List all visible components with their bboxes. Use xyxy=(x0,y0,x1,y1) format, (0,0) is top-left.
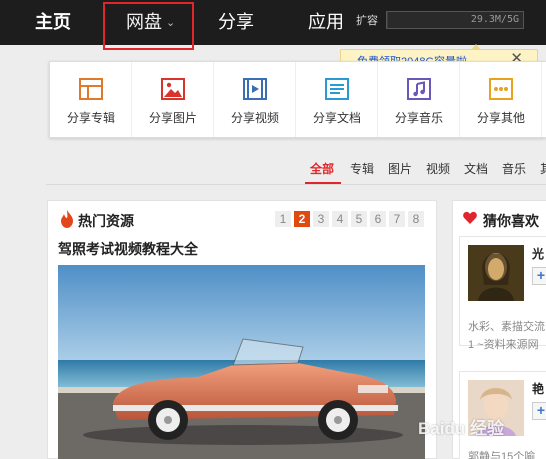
highlight-box xyxy=(103,2,194,50)
page-link[interactable]: 3 xyxy=(313,211,329,227)
document-icon xyxy=(325,78,349,100)
recommendation-name[interactable]: 艳 xyxy=(532,380,544,397)
top-nav-bar: 主页 网盘 ⌄ 分享 应用 扩容 29.3M/5G xyxy=(0,0,546,45)
share-album-button[interactable]: 分享专辑 xyxy=(50,62,132,137)
page-link[interactable]: 5 xyxy=(351,211,367,227)
share-label: 分享文档 xyxy=(312,111,361,125)
page-link[interactable]: 6 xyxy=(370,211,386,227)
heart-icon xyxy=(463,211,477,224)
nav-share[interactable]: 分享 xyxy=(218,0,254,45)
hot-resources-title: 热门资源 xyxy=(78,213,134,229)
add-follow-button[interactable]: + xyxy=(532,402,546,420)
avatar xyxy=(468,245,524,301)
tab-album[interactable]: 专辑 xyxy=(350,160,374,177)
share-panel: 分享专辑 分享图片 分享视频 分享文档 分享音乐 分享其他 xyxy=(49,61,546,138)
tooltip-arrow xyxy=(471,44,481,50)
tab-all[interactable]: 全部 xyxy=(310,160,334,177)
page-link[interactable]: 1 xyxy=(275,211,291,227)
music-icon xyxy=(407,78,431,100)
page-link[interactable]: 7 xyxy=(389,211,405,227)
share-document-button[interactable]: 分享文档 xyxy=(296,62,378,137)
tab-video[interactable]: 视频 xyxy=(426,160,450,177)
more-icon xyxy=(489,78,513,100)
recommendation-desc: 1 ~资料来源网 xyxy=(468,339,539,351)
recommendation-item[interactable]: 光 + 水彩、素描交流 1 ~资料来源网 xyxy=(459,236,546,351)
resource-thumbnail[interactable] xyxy=(58,265,425,459)
share-music-button[interactable]: 分享音乐 xyxy=(378,62,460,137)
storage-text: 29.3M/5G xyxy=(470,14,519,25)
image-icon xyxy=(161,78,185,100)
page-link[interactable]: 4 xyxy=(332,211,348,227)
pagination: 12345678 xyxy=(272,210,424,228)
recommendation-name[interactable]: 光 xyxy=(532,245,544,262)
tab-music[interactable]: 音乐 xyxy=(502,160,526,177)
share-label: 分享音乐 xyxy=(394,111,443,125)
share-label: 分享视频 xyxy=(230,111,279,125)
filter-tabs: 全部 专辑 图片 视频 文档 音乐 其 xyxy=(0,160,546,184)
share-label: 分享其他 xyxy=(476,111,525,125)
share-other-button[interactable]: 分享其他 xyxy=(460,62,542,137)
nav-apps[interactable]: 应用 xyxy=(308,0,344,45)
nav-home[interactable]: 主页 xyxy=(35,0,71,45)
recommendation-desc: 水彩、素描交流 xyxy=(468,321,545,333)
page-link[interactable]: 8 xyxy=(408,211,424,227)
guess-title: 猜你喜欢 xyxy=(483,213,539,229)
tab-image[interactable]: 图片 xyxy=(388,160,412,177)
video-icon xyxy=(243,78,267,100)
watermark: Baidu 经验 xyxy=(418,419,504,438)
storage-bar: 29.3M/5G xyxy=(386,11,524,29)
share-label: 分享图片 xyxy=(148,111,197,125)
recommendation-desc: 郭静与15个喻 xyxy=(468,451,536,459)
hot-resources-card: 热门资源 12345678 驾照考试视频教程大全 xyxy=(47,200,437,459)
flame-icon xyxy=(61,210,73,228)
page-link-active[interactable]: 2 xyxy=(294,211,310,227)
add-follow-button[interactable]: + xyxy=(532,267,546,285)
album-icon xyxy=(79,78,103,100)
tab-document[interactable]: 文档 xyxy=(464,160,488,177)
expand-storage-link[interactable]: 扩容 xyxy=(356,12,378,28)
storage-fill xyxy=(387,12,388,28)
share-image-button[interactable]: 分享图片 xyxy=(132,62,214,137)
tab-other[interactable]: 其 xyxy=(540,160,546,177)
resource-title-link[interactable]: 驾照考试视频教程大全 xyxy=(58,239,198,259)
filter-divider xyxy=(46,184,546,185)
share-label: 分享专辑 xyxy=(66,111,115,125)
share-video-button[interactable]: 分享视频 xyxy=(214,62,296,137)
